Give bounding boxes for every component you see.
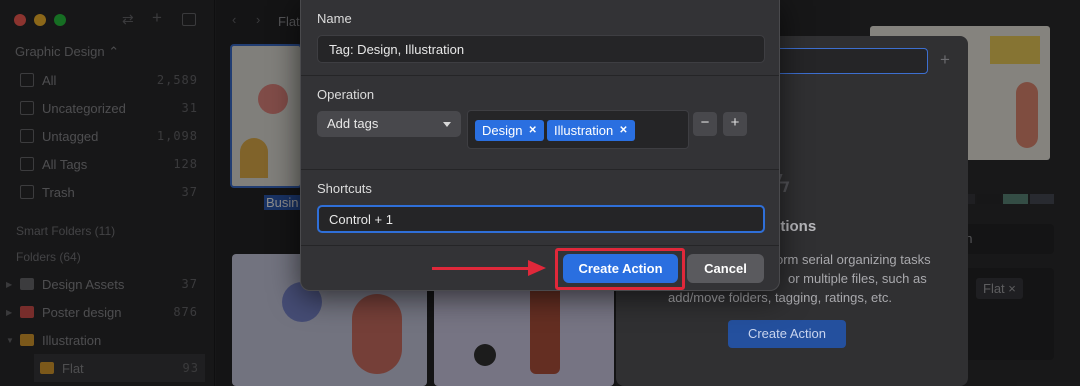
close-icon[interactable]: ✕ xyxy=(619,125,627,136)
tag-chip-illustration[interactable]: Illustration ✕ xyxy=(547,120,635,141)
create-action-button-bg[interactable]: Create Action xyxy=(728,320,846,348)
operation-select-value: Add tags xyxy=(327,116,379,131)
shortcut-field[interactable]: Control + 1 xyxy=(317,205,765,233)
divider xyxy=(301,245,779,246)
name-label: Name xyxy=(317,11,352,26)
operation-label: Operation xyxy=(317,87,375,102)
add-icon[interactable]: + xyxy=(940,50,950,70)
operation-select[interactable]: Add tags xyxy=(317,111,461,137)
divider xyxy=(301,169,779,170)
cancel-button[interactable]: Cancel xyxy=(687,254,764,283)
actions-description: add/move folders, tagging, ratings, etc. xyxy=(668,290,893,305)
add-operation-button[interactable]: + xyxy=(723,112,747,136)
tag-label: Illustration xyxy=(554,123,614,138)
shortcuts-label: Shortcuts xyxy=(317,181,372,196)
create-action-dialog: Name Tag: Design, Illustration Operation… xyxy=(300,0,780,291)
tag-chip-design[interactable]: Design ✕ xyxy=(475,120,544,141)
close-icon[interactable]: ✕ xyxy=(528,125,536,136)
tag-label: Design xyxy=(482,123,523,138)
tags-input[interactable]: Design ✕ Illustration ✕ xyxy=(467,110,689,149)
actions-search-field[interactable] xyxy=(776,48,928,74)
highlight-box xyxy=(555,248,685,290)
arrow-line xyxy=(432,267,532,270)
name-field[interactable]: Tag: Design, Illustration xyxy=(317,35,765,63)
actions-description: or multiple files, such as xyxy=(788,271,927,286)
arrow-right-icon xyxy=(528,260,546,276)
actions-description: orm serial organizing tasks xyxy=(776,252,931,267)
chevron-down-icon xyxy=(443,122,451,127)
remove-operation-button[interactable]: − xyxy=(693,112,717,136)
divider xyxy=(301,75,779,76)
